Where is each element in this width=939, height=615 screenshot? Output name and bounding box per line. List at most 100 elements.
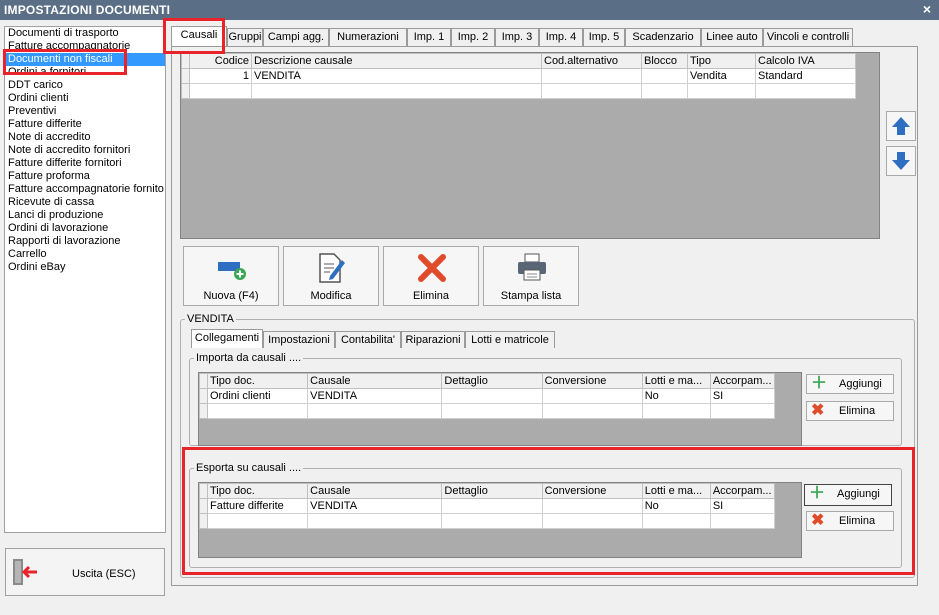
print-list-button[interactable]: Stampa lista [483,246,579,306]
new-button[interactable]: Nuova (F4) [183,246,279,306]
table-cell[interactable] [541,388,643,404]
table-cell[interactable] [687,83,756,99]
subtab-riparazioni[interactable]: Riparazioni [401,331,465,348]
plus-icon: ＋ [811,375,828,392]
import-delete-label: Elimina [839,405,876,417]
column-header-accorpam[interactable]: Accorpam... [709,373,776,389]
edit-icon [319,253,345,283]
table-cell[interactable] [709,403,776,419]
document-type-list[interactable]: Documenti di trasporto Fatture accompagna… [4,26,166,533]
column-header-descrizione-causale[interactable]: Descrizione causale [251,53,542,69]
move-up-button[interactable] [886,111,916,141]
column-header-blocco[interactable]: Blocco [641,53,688,69]
tab-numerazioni[interactable]: Numerazioni [329,28,407,46]
tab-imp-2[interactable]: Imp. 2 [451,28,495,46]
row-header-cell[interactable] [181,68,190,84]
table-cell[interactable] [441,403,543,419]
table-row[interactable]: 1 VENDITA Vendita Standard [181,68,856,84]
doc-list-item-ddt-carico[interactable]: DDT carico [5,79,165,92]
table-cell[interactable] [441,388,543,404]
row-header-cell [181,53,190,69]
column-header-calcolo-iva[interactable]: Calcolo IVA [755,53,856,69]
tab-imp-3[interactable]: Imp. 3 [495,28,539,46]
table-cell[interactable] [251,83,542,99]
causali-grid[interactable]: Codice Descrizione causale Cod.alternativo… [180,52,880,239]
tab-linee-auto[interactable]: Linee auto [701,28,763,46]
grid-header-row: Codice Descrizione causale Cod.alternativo… [181,53,856,69]
table-cell[interactable]: No [641,388,711,404]
table-cell[interactable]: VENDITA [251,68,542,84]
tab-campi-agg[interactable]: Campi agg. [263,28,329,46]
subtab-impostazioni[interactable]: Impostazioni [263,331,335,348]
doc-list-item-note-di-accredito-fornitori[interactable]: Note di accredito fornitori [5,144,165,157]
window-title: IMPOSTAZIONI DOCUMENTI [4,3,171,17]
table-cell[interactable]: VENDITA [307,388,443,404]
column-header-codice[interactable]: Codice [189,53,252,69]
table-row-empty[interactable] [199,403,776,419]
tab-imp-1[interactable]: Imp. 1 [407,28,451,46]
column-header-causale[interactable]: Causale [307,373,443,389]
column-header-tipo-doc[interactable]: Tipo doc. [206,373,309,389]
highlight-causali-tab [163,18,225,54]
table-cell[interactable]: Vendita [687,68,756,84]
row-header-cell [199,373,208,389]
subtab-contabilita[interactable]: Contabilita' [335,331,401,348]
doc-list-item-fatture-differite[interactable]: Fatture differite [5,118,165,131]
doc-list-item-lanci-di-produzione[interactable]: Lanci di produzione [5,209,165,222]
table-cell[interactable] [755,83,856,99]
delete-button[interactable]: Elimina [383,246,479,306]
doc-list-item-preventivi[interactable]: Preventivi [5,105,165,118]
tab-imp-5[interactable]: Imp. 5 [583,28,625,46]
row-header-cell[interactable] [199,388,208,404]
doc-list-item-note-di-accredito[interactable]: Note di accredito [5,131,165,144]
title-bar: IMPOSTAZIONI DOCUMENTI × [0,0,939,20]
doc-list-item-fatture-accompagnatorie-fornito[interactable]: Fatture accompagnatorie fornito [5,183,165,196]
doc-list-item-rapporti-di-lavorazione[interactable]: Rapporti di lavorazione [5,235,165,248]
import-delete-button[interactable]: ✖ Elimina [806,401,894,421]
table-cell[interactable] [641,403,711,419]
doc-list-item-ordini-clienti[interactable]: Ordini clienti [5,92,165,105]
table-cell[interactable]: Standard [755,68,856,84]
doc-list-item-ricevute-di-cassa[interactable]: Ricevute di cassa [5,196,165,209]
column-header-cod-alternativo[interactable]: Cod.alternativo [541,53,642,69]
column-header-dettaglio[interactable]: Dettaglio [441,373,543,389]
table-cell[interactable]: SI [709,388,776,404]
table-cell[interactable]: Ordini clienti [206,388,309,404]
subtab-lotti-e-matricole[interactable]: Lotti e matricole [465,331,555,348]
table-cell[interactable] [189,83,252,99]
doc-list-item-carrello[interactable]: Carrello [5,248,165,261]
table-row-empty[interactable] [181,83,856,99]
tab-gruppi[interactable]: Gruppi [227,28,263,46]
table-cell[interactable] [541,83,642,99]
exit-button[interactable]: Uscita (ESC) [5,548,165,596]
column-header-lotti-e-ma[interactable]: Lotti e ma... [641,373,711,389]
table-cell[interactable] [541,68,642,84]
tab-scadenzario[interactable]: Scadenzario [625,28,701,46]
table-cell[interactable]: 1 [189,68,252,84]
subtab-collegamenti[interactable]: Collegamenti [191,329,263,348]
move-down-button[interactable] [886,146,916,176]
tab-vincoli-e-controlli[interactable]: Vincoli e controlli [763,28,853,46]
exit-door-icon [13,559,37,585]
table-row[interactable]: Ordini clienti VENDITA No SI [199,388,776,404]
column-header-conversione[interactable]: Conversione [541,373,643,389]
table-cell[interactable] [307,403,443,419]
tab-imp-4[interactable]: Imp. 4 [539,28,583,46]
doc-list-item-fatture-differite-fornitori[interactable]: Fatture differite fornitori [5,157,165,170]
table-cell[interactable] [541,403,643,419]
edit-label: Modifica [310,290,352,302]
row-header-cell [199,403,208,419]
edit-button[interactable]: Modifica [283,246,379,306]
import-add-button[interactable]: ＋ Aggiungi [806,374,894,394]
print-list-label: Stampa lista [500,290,562,302]
close-icon[interactable]: × [923,1,931,17]
table-cell[interactable] [641,68,688,84]
table-cell[interactable] [206,403,309,419]
doc-list-item-documenti-di-trasporto[interactable]: Documenti di trasporto [5,27,165,40]
import-from-grid[interactable]: Tipo doc. Causale Dettaglio Conversione Lott… [198,372,802,446]
doc-list-item-fatture-proforma[interactable]: Fatture proforma [5,170,165,183]
doc-list-item-ordini-ebay[interactable]: Ordini eBay [5,261,165,274]
table-cell[interactable] [641,83,688,99]
doc-list-item-ordini-di-lavorazione[interactable]: Ordini di lavorazione [5,222,165,235]
column-header-tipo[interactable]: Tipo [687,53,756,69]
